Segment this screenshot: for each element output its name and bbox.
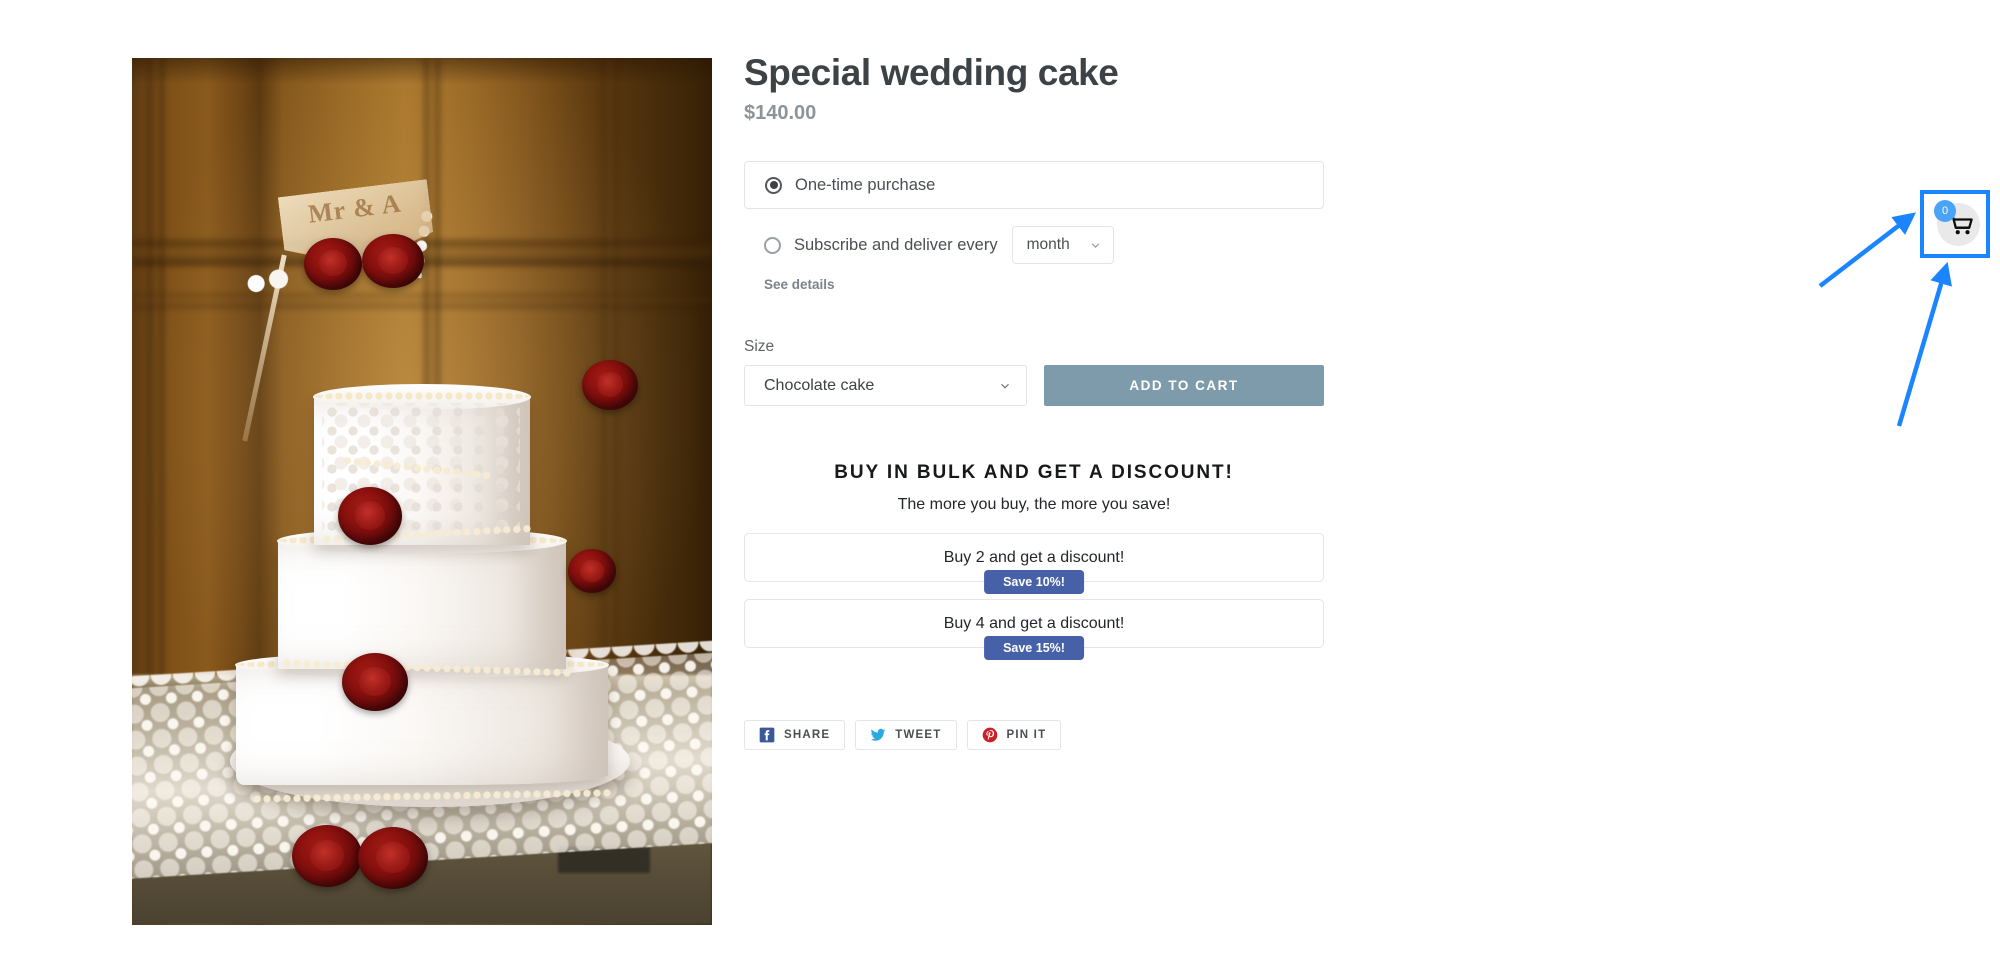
share-facebook-label: SHARE	[784, 729, 831, 742]
save-badge: Save 15%!	[984, 636, 1084, 661]
share-twitter-label: TWEET	[895, 729, 942, 742]
annotation-arrow	[1818, 212, 1916, 288]
radio-subscription[interactable]	[764, 236, 781, 254]
cake-topper-text: Mr & A	[306, 188, 403, 229]
cake-tier-bottom	[235, 652, 609, 785]
share-pinterest-label: PIN IT	[1006, 729, 1047, 742]
chevron-down-icon	[1001, 383, 1009, 389]
annotation-arrow	[1896, 261, 1952, 427]
size-select[interactable]: Chocolate cake	[744, 365, 1027, 407]
sugar-rose	[362, 234, 424, 288]
door-rail	[132, 293, 712, 309]
bulk-offer-label: Buy 2 and get a discount!	[943, 548, 1125, 566]
share-twitter-button[interactable]: TWEET	[855, 720, 957, 751]
product-info-panel: Special wedding cake $140.00 One-time pu…	[744, 52, 1324, 751]
save-badge: Save 10%!	[984, 570, 1084, 595]
cake-photo-background: Mr & A	[132, 58, 712, 925]
product-image[interactable]: Mr & A	[132, 58, 712, 925]
delivery-interval-select[interactable]: month	[1011, 226, 1114, 265]
sugar-rose	[292, 825, 362, 887]
sugar-rose	[304, 238, 362, 290]
sugar-rose	[342, 653, 408, 711]
delivery-interval-value: month	[1026, 236, 1070, 254]
bulk-offer-item[interactable]: Buy 2 and get a discount! Save 10%!	[744, 533, 1324, 595]
pearl-trim	[314, 391, 530, 402]
subscription-label: Subscribe and deliver every	[794, 235, 998, 254]
sugar-rose	[568, 549, 616, 593]
social-share-row: SHARE TWEET PIN IT	[744, 720, 1324, 751]
share-pinterest-button[interactable]: PIN IT	[966, 720, 1062, 751]
buy-row: Chocolate cake ADD TO CART	[744, 365, 1324, 407]
sugar-rose	[582, 360, 638, 410]
size-select-value: Chocolate cake	[764, 376, 875, 394]
facebook-icon	[759, 728, 775, 743]
one-time-purchase-option[interactable]: One-time purchase	[744, 161, 1324, 210]
cart-widget[interactable]: 0	[1934, 200, 1980, 246]
sugar-rose	[338, 487, 402, 545]
chevron-down-icon	[1091, 243, 1099, 248]
cake-tier-middle	[277, 403, 567, 669]
one-time-purchase-label: One-time purchase	[795, 175, 936, 194]
size-label: Size	[744, 338, 775, 356]
cart-item-count-badge: 0	[1934, 200, 1956, 222]
bulk-offer-label: Buy 4 and get a discount!	[943, 614, 1125, 632]
bulk-discount-title: BUY IN BULK AND GET A DISCOUNT!	[834, 462, 1234, 484]
bulk-offer-item[interactable]: Buy 4 and get a discount! Save 15%!	[744, 599, 1324, 661]
share-facebook-button[interactable]: SHARE	[744, 720, 846, 751]
bulk-discount-subtitle: The more you buy, the more you save!	[897, 496, 1171, 514]
page-title: Special wedding cake	[744, 52, 1119, 93]
add-to-cart-button[interactable]: ADD TO CART	[1044, 365, 1324, 407]
pinterest-icon	[982, 728, 997, 743]
sugar-rose	[358, 827, 428, 889]
see-details-link[interactable]: See details	[764, 277, 835, 292]
radio-one-time[interactable]	[765, 176, 782, 194]
subscription-option[interactable]: Subscribe and deliver every month	[744, 226, 1324, 265]
product-price: $140.00	[744, 102, 817, 125]
twitter-icon	[870, 729, 886, 742]
